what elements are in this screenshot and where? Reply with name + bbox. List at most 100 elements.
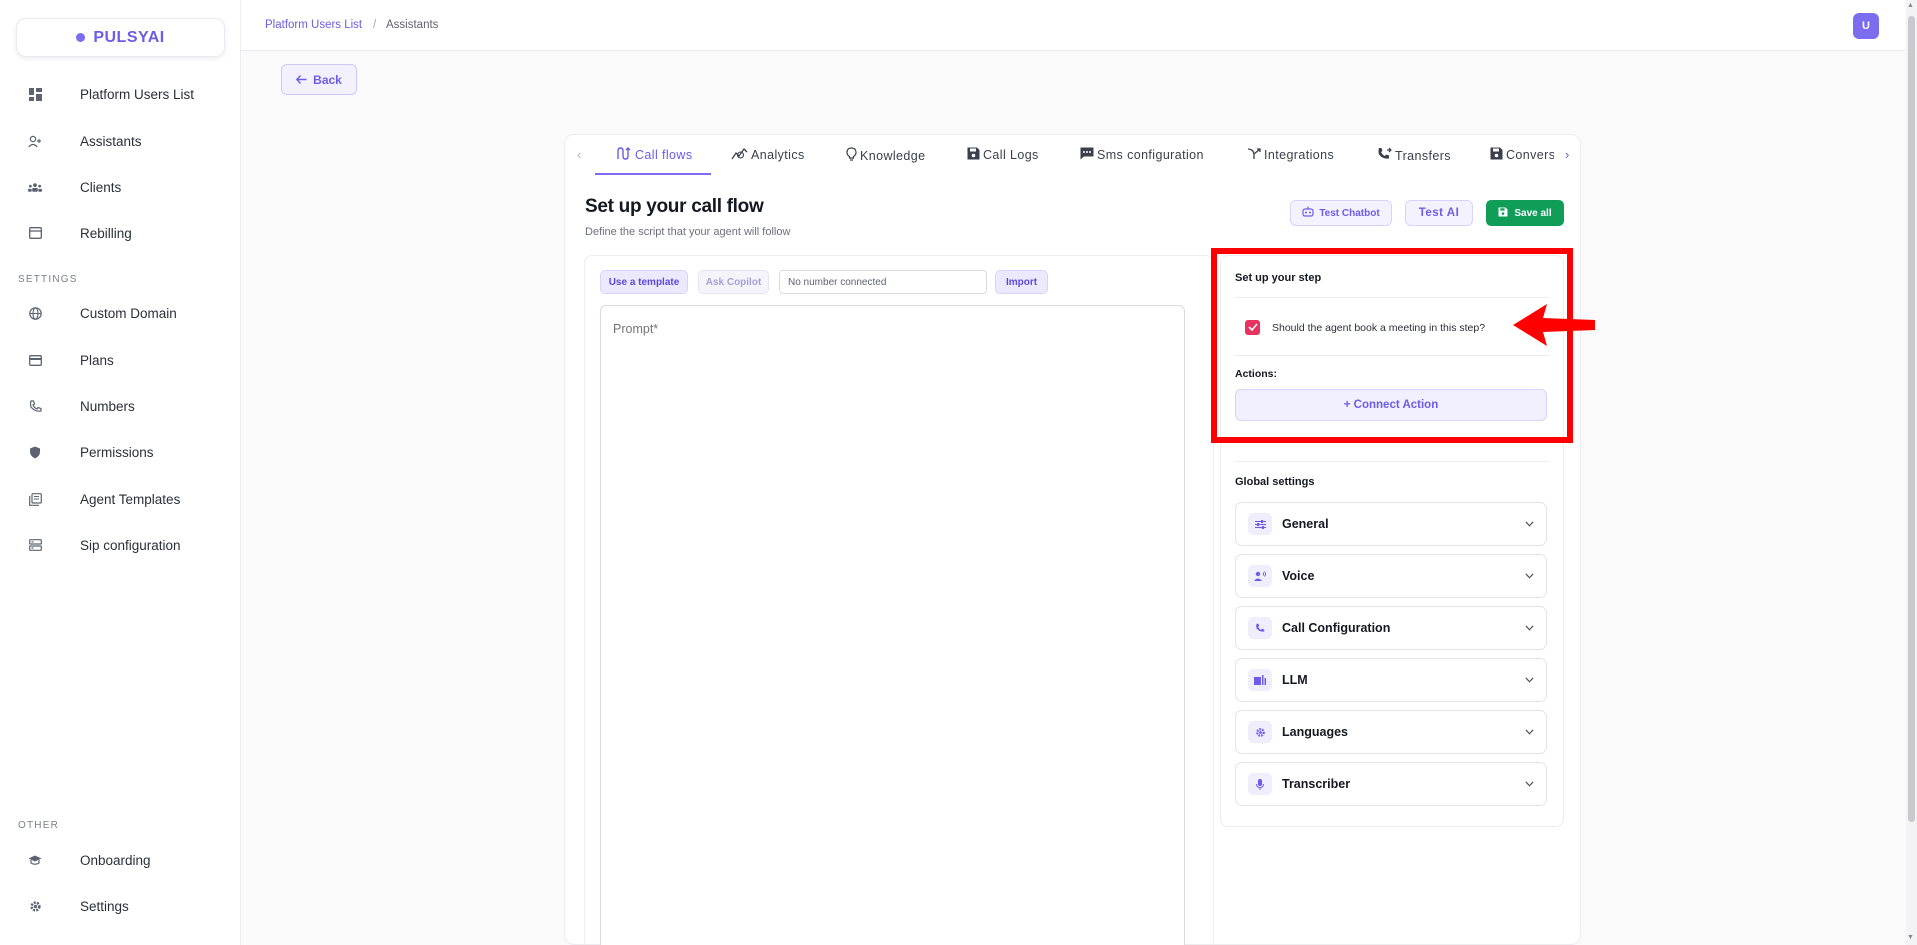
breadcrumb-platform-users-list[interactable]: Platform Users List: [265, 19, 362, 31]
mic-icon: [1248, 773, 1272, 795]
save-all-button[interactable]: Save all: [1486, 200, 1564, 226]
sidebar-item-permissions[interactable]: Permissions: [0, 432, 240, 472]
chevron-down-icon: [1525, 622, 1534, 634]
tab-label: Sms configuration: [1097, 148, 1204, 162]
lightbulb-icon: [846, 147, 857, 164]
scroll-up-icon[interactable]: ▲: [1907, 2, 1914, 9]
flow-icon: [617, 147, 632, 163]
chevron-down-icon: [1525, 570, 1534, 582]
sidebar-item-assistants[interactable]: Assistants: [0, 121, 240, 161]
tab-label: Transfers: [1395, 148, 1451, 163]
globe-icon: [28, 306, 42, 320]
graduation-cap-icon: [28, 853, 42, 867]
page-title: Set up your call flow: [585, 196, 764, 217]
avatar[interactable]: U: [1853, 13, 1879, 39]
page-subtitle: Define the script that your agent will f…: [585, 226, 791, 238]
scroll-down-icon[interactable]: ▼: [1907, 934, 1914, 941]
sidebar-item-onboarding[interactable]: Onboarding: [0, 840, 240, 880]
gear-icon: [28, 899, 42, 913]
page-scrollbar[interactable]: ▲ ▼: [1906, 0, 1917, 945]
tab-sms-configuration[interactable]: Sms configuration: [1080, 147, 1204, 163]
sidebar-item-settings[interactable]: Settings: [0, 886, 240, 926]
tab-label: Knowledge: [860, 148, 926, 163]
dashboard-icon: [28, 87, 42, 101]
test-chatbot-button[interactable]: Test Chatbot: [1290, 200, 1392, 226]
sidebar-item-label: Onboarding: [80, 852, 151, 868]
sidebar-item-label: Agent Templates: [80, 491, 181, 507]
ask-copilot-button[interactable]: Ask Copilot: [698, 270, 769, 294]
tab-call-flows[interactable]: Call flows: [617, 147, 693, 163]
voice-icon: [1248, 565, 1272, 587]
prompt-textarea[interactable]: [600, 305, 1185, 945]
section-label-other: OTHER: [18, 820, 59, 831]
gear-icon: [1248, 721, 1272, 743]
test-ai-button[interactable]: Test AI: [1405, 200, 1473, 226]
sidebar-item-numbers[interactable]: Numbers: [0, 386, 240, 426]
tab-transfers[interactable]: Transfers: [1377, 147, 1451, 164]
chevron-down-icon: [1525, 674, 1534, 686]
sidebar: PULSYAI Platform Users List Assistants C…: [0, 0, 241, 945]
sidebar-item-label: Permissions: [80, 444, 154, 460]
tab-call-logs[interactable]: Call Logs: [967, 147, 1039, 163]
accordion-transcriber[interactable]: Transcriber: [1235, 762, 1547, 806]
accordion-languages[interactable]: Languages: [1235, 710, 1547, 754]
phone-icon: [28, 399, 42, 413]
model-icon: [1248, 669, 1272, 691]
sidebar-item-agent-templates[interactable]: Agent Templates: [0, 479, 240, 519]
sidebar-item-label: Sip configuration: [80, 537, 181, 553]
back-button[interactable]: Back: [281, 64, 357, 95]
tab-scroll-left-icon[interactable]: ‹: [577, 147, 581, 162]
save-icon: [1498, 207, 1508, 220]
accordion-label: LLM: [1282, 673, 1308, 687]
sidebar-item-label: Plans: [80, 352, 114, 368]
tab-scroll-right-icon[interactable]: ›: [1565, 147, 1569, 162]
accordion-call-configuration[interactable]: Call Configuration: [1235, 606, 1547, 650]
save-all-label: Save all: [1514, 207, 1552, 219]
sidebar-item-label: Rebilling: [80, 225, 132, 241]
sidebar-item-sip-configuration[interactable]: Sip configuration: [0, 525, 240, 565]
accordion-llm[interactable]: LLM: [1235, 658, 1547, 702]
accordion-label: Transcriber: [1282, 777, 1351, 791]
scroll-thumb[interactable]: [1908, 16, 1915, 822]
tab-knowledge[interactable]: Knowledge: [846, 147, 925, 164]
shield-icon: [28, 445, 42, 459]
section-label-settings: SETTINGS: [18, 274, 78, 285]
tab-analytics[interactable]: Analytics: [731, 147, 805, 163]
server-icon: [28, 538, 42, 552]
sidebar-item-label: Settings: [80, 898, 129, 914]
sidebar-item-plans[interactable]: Plans: [0, 340, 240, 380]
import-button[interactable]: Import: [995, 270, 1048, 294]
use-template-button[interactable]: Use a template: [600, 270, 688, 294]
accordion-general[interactable]: General: [1235, 502, 1547, 546]
annotation-arrow-icon: [1513, 304, 1595, 346]
sidebar-item-label: Clients: [80, 179, 122, 195]
analytics-icon: [731, 147, 748, 163]
arrow-left-icon: [296, 73, 307, 87]
chevron-down-icon: [1525, 726, 1534, 738]
accordion-label: Call Configuration: [1282, 621, 1391, 635]
sidebar-item-custom-domain[interactable]: Custom Domain: [0, 293, 240, 333]
back-label: Back: [313, 72, 342, 87]
accordion-voice[interactable]: Voice: [1235, 554, 1547, 598]
merge-icon: [1247, 147, 1261, 162]
sidebar-item-label: Numbers: [80, 398, 135, 414]
tab-convers[interactable]: Convers: [1490, 147, 1554, 163]
store-icon: [28, 226, 42, 240]
accordion-label: General: [1282, 517, 1329, 531]
top-bar: Platform Users List / Assistants U: [241, 0, 1917, 51]
logo[interactable]: PULSYAI: [16, 18, 225, 57]
sidebar-item-label: Custom Domain: [80, 305, 177, 321]
logo-dot: [76, 33, 86, 42]
tab-label: Convers: [1506, 148, 1554, 162]
breadcrumb-separator: /: [373, 19, 377, 31]
chevron-down-icon: [1525, 518, 1534, 530]
sidebar-item-clients[interactable]: Clients: [0, 167, 240, 207]
tab-label: Call flows: [635, 148, 693, 162]
phone-number-field[interactable]: [779, 270, 987, 294]
sidebar-item-platform-users-list[interactable]: Platform Users List: [0, 74, 240, 114]
tab-integrations[interactable]: Integrations: [1247, 147, 1334, 162]
active-tab-indicator: [595, 173, 711, 175]
sidebar-item-rebilling[interactable]: Rebilling: [0, 213, 240, 253]
credit-card-icon: [28, 353, 42, 367]
logo-text: PULSYAI: [93, 28, 165, 46]
